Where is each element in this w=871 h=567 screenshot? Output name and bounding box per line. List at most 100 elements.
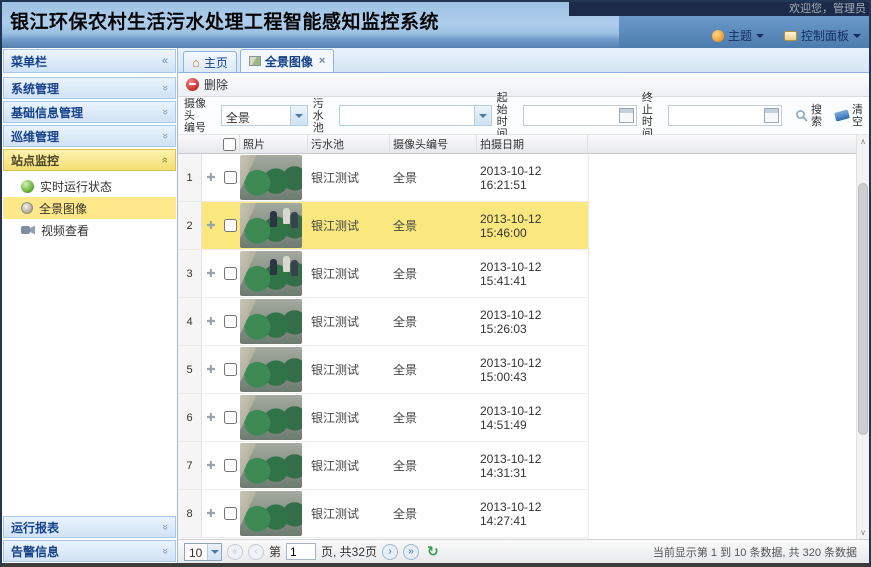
next-page-button[interactable]: › [382,544,398,560]
date-cell: 2013-10-12 14:51:49 [477,394,588,441]
move-icon[interactable]: ✚ [202,154,220,201]
last-page-button[interactable]: » [403,544,419,560]
column-header-date[interactable]: 拍摄日期 [477,135,588,153]
section-label: 基础信息管理 [11,104,83,121]
chevron-down-icon: » [159,524,171,530]
table-row[interactable]: 2 ✚ 银江测试 全景 2013-10-12 15:46:00 [178,202,589,250]
pool-select[interactable] [339,105,492,126]
sidebar-item-panoramic-image[interactable]: 全景图像 [3,197,176,219]
pool-cell: 银江测试 [308,202,390,249]
photo-thumbnail[interactable] [240,251,302,296]
row-checkbox[interactable] [224,171,237,184]
photo-thumbnail[interactable] [240,443,302,488]
row-checkbox[interactable] [224,219,237,232]
vertical-scrollbar[interactable]: ∧ ∨ [856,135,869,539]
chevron-up-icon: » [159,157,171,163]
pool-cell: 银江测试 [308,394,390,441]
table-row[interactable]: 5 ✚ 银江测试 全景 2013-10-12 15:00:43 [178,346,589,394]
prev-page-button[interactable]: ‹ [248,544,264,560]
date-cell: 2013-10-12 14:31:31 [477,442,588,489]
row-checkbox[interactable] [224,363,237,376]
table-row[interactable]: 3 ✚ 银江测试 全景 2013-10-12 15:41:41 [178,250,589,298]
column-header-pool[interactable]: 污水池 [308,135,390,153]
table-row[interactable]: 8 ✚ 银江测试 全景 2013-10-12 14:27:41 [178,490,589,538]
table-row[interactable]: 1 ✚ 银江测试 全景 2013-10-12 16:21:51 [178,154,589,202]
column-header-camera[interactable]: 摄像头编号 [390,135,477,153]
grid-toolbar: 删除 [178,73,869,97]
search-button[interactable]: 搜 索 [795,104,822,128]
camera-cell: 全景 [390,250,477,297]
grid-rows: 1 ✚ 银江测试 全景 2013-10-12 16:21:51 2 ✚ 银江测试 [178,154,869,538]
scrollbar-thumb[interactable] [858,183,868,435]
scroll-up-icon[interactable]: ∧ [857,137,869,146]
welcome-text: 欢迎您，管理员 [569,2,869,16]
photo-thumbnail[interactable] [240,203,302,248]
pool-cell: 银江测试 [308,346,390,393]
photo-thumbnail[interactable] [240,395,302,440]
photo-thumbnail[interactable] [240,299,302,344]
page-number-input[interactable] [286,543,316,560]
tab-bar: ⌂ 主页 全景图像 × [178,48,869,73]
camera-number-select[interactable]: 全景 [221,105,308,126]
column-header-photo[interactable]: 照片 [240,135,308,153]
photo-thumbnail[interactable] [240,347,302,392]
row-checkbox[interactable] [224,507,237,520]
dropdown-arrow-icon[interactable] [290,106,307,125]
sidebar-section-system-mgmt[interactable]: 系统管理 » [3,77,176,99]
collapse-sidebar-icon[interactable]: « [162,55,168,67]
scroll-down-icon[interactable]: ∨ [857,528,869,537]
tab-panoramic-image[interactable]: 全景图像 × [240,49,334,72]
move-icon[interactable]: ✚ [202,442,220,489]
row-number: 3 [178,250,202,297]
refresh-icon[interactable]: ↻ [427,543,439,560]
photo-thumbnail[interactable] [240,491,302,536]
calendar-icon[interactable] [764,108,779,123]
delete-button[interactable]: 删除 [204,76,228,93]
theme-button[interactable]: 主题 [712,27,764,44]
move-icon[interactable]: ✚ [202,346,220,393]
record-count-status: 当前显示第 1 到 10 条数据, 共 320 条数据 [653,544,863,560]
dropdown-arrow-icon[interactable] [207,544,221,560]
photo-thumbnail[interactable] [240,155,302,200]
sidebar-section-site-monitoring[interactable]: 站点监控 » [3,149,176,171]
move-icon[interactable]: ✚ [202,298,220,345]
control-panel-button[interactable]: 控制面板 [784,27,861,44]
sidebar-item-video-view[interactable]: 视频查看 [3,219,176,241]
row-checkbox[interactable] [224,315,237,328]
close-tab-icon[interactable]: × [319,55,325,67]
page-size-select[interactable]: 10 [184,543,222,561]
table-row[interactable]: 6 ✚ 银江测试 全景 2013-10-12 14:51:49 [178,394,589,442]
section-label: 运行报表 [11,519,59,536]
calendar-icon[interactable] [619,108,634,123]
camera-select-value: 全景 [222,106,290,125]
end-time-input[interactable] [669,106,764,125]
dropdown-arrow-icon[interactable] [474,106,491,125]
sidebar-header-menu[interactable]: 菜单栏 « [3,49,176,73]
sidebar-section-run-reports[interactable]: 运行报表 » [3,516,176,538]
table-row[interactable]: 7 ✚ 银江测试 全景 2013-10-12 14:31:31 [178,442,589,490]
sidebar-section-inspection[interactable]: 巡维管理 » [3,125,176,147]
row-number: 4 [178,298,202,345]
move-icon[interactable]: ✚ [202,394,220,441]
section-label: 巡维管理 [11,128,59,145]
table-row[interactable]: 4 ✚ 银江测试 全景 2013-10-12 15:26:03 [178,298,589,346]
first-page-button[interactable]: « [227,544,243,560]
pool-cell: 银江测试 [308,442,390,489]
caret-down-icon [756,34,764,42]
sidebar-item-realtime-status[interactable]: 实时运行状态 [3,175,176,197]
move-icon[interactable]: ✚ [202,250,220,297]
row-checkbox[interactable] [224,411,237,424]
row-number: 7 [178,442,202,489]
sidebar-section-alarm-info[interactable]: 告警信息 » [3,540,176,562]
clear-button[interactable]: 清 空 [835,104,863,128]
select-all-checkbox[interactable] [223,138,236,151]
delete-icon[interactable] [186,78,199,91]
sidebar-section-basic-info[interactable]: 基础信息管理 » [3,101,176,123]
move-icon[interactable]: ✚ [202,202,220,249]
move-icon[interactable]: ✚ [202,490,220,537]
row-checkbox[interactable] [224,459,237,472]
filter-bar: 摄像头 编号 全景 污水 池 起始 时间 [178,97,869,135]
row-checkbox[interactable] [224,267,237,280]
start-time-input[interactable] [524,106,619,125]
tab-home[interactable]: ⌂ 主页 [183,51,237,72]
